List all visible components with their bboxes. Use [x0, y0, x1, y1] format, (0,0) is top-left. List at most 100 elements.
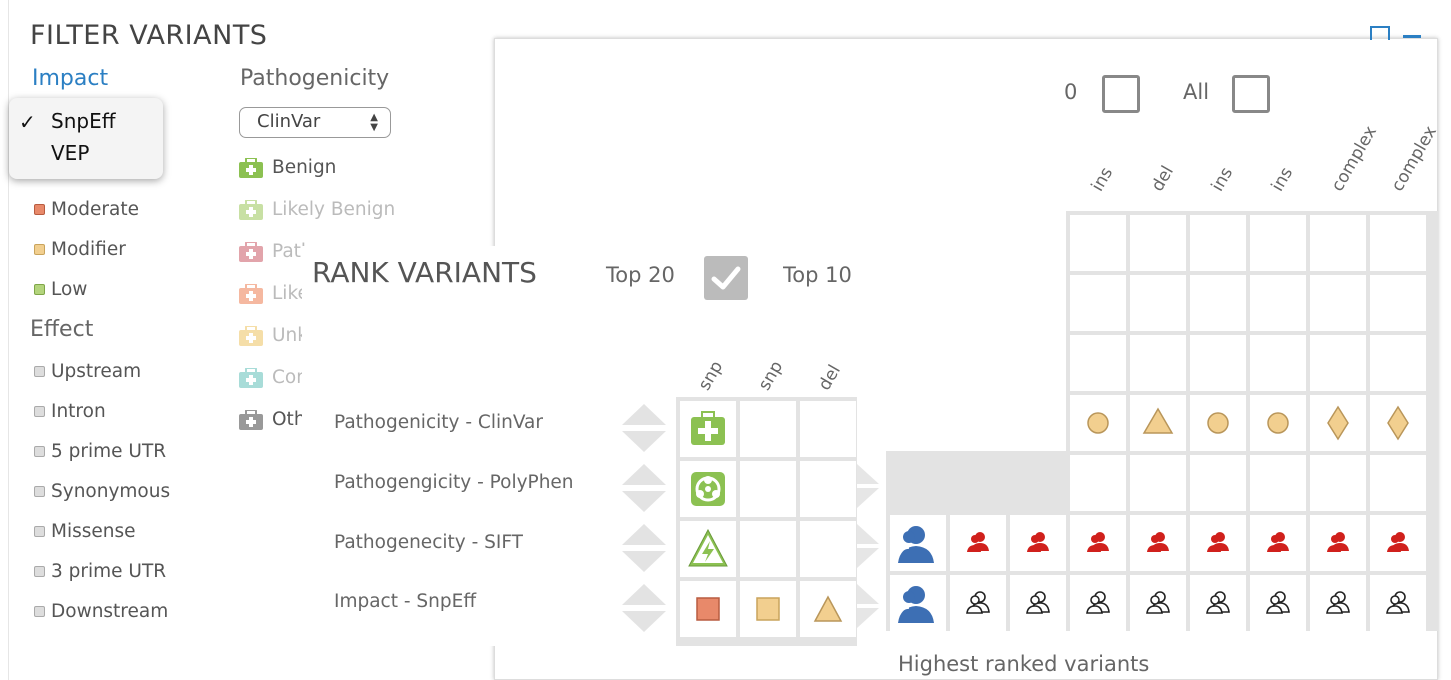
rank-grid-cell[interactable] — [740, 401, 796, 457]
grid-cell[interactable] — [1310, 215, 1366, 271]
grid-cell[interactable] — [1070, 215, 1126, 271]
grid-cell[interactable] — [1070, 515, 1126, 571]
person-outline-icon — [1386, 591, 1410, 614]
person-outline-icon — [1326, 591, 1350, 614]
effect-upstream[interactable]: Upstream — [34, 361, 141, 382]
rank-grid-cell[interactable] — [740, 521, 796, 577]
effect-synonymous[interactable]: Synonymous — [34, 481, 170, 502]
grid-cell[interactable] — [1370, 335, 1426, 391]
impact-moderate[interactable]: Moderate — [34, 199, 139, 220]
window-restore-icon[interactable] — [1370, 26, 1390, 40]
grid-cell[interactable] — [1070, 455, 1126, 511]
window-minimize-icon[interactable] — [1403, 35, 1421, 38]
pathogenicity-benign[interactable]: Benign — [239, 157, 439, 178]
sort-arrows-icon[interactable] — [857, 582, 881, 634]
rank-move-arrows-icon[interactable] — [620, 461, 668, 515]
grid-cell[interactable] — [1250, 335, 1306, 391]
impact-label[interactable]: Impact — [32, 66, 108, 91]
grid-cell[interactable] — [1310, 575, 1366, 631]
pathogenicity-likely-benign[interactable]: Likely Benign — [239, 199, 439, 220]
grid-cell[interactable] — [1190, 335, 1246, 391]
rank-grid-cell[interactable] — [680, 521, 736, 577]
medkit-icon — [239, 199, 263, 220]
pathogenicity-conflicting[interactable]: Con — [239, 367, 309, 388]
rank-grid-cell[interactable] — [680, 401, 736, 457]
effect-5-prime-utr[interactable]: 5 prime UTR — [34, 441, 166, 462]
grid-cell[interactable] — [1250, 395, 1306, 451]
impact-modifier[interactable]: Modifier — [34, 239, 126, 260]
grid-cell[interactable] — [890, 515, 946, 571]
effect-3-prime-utr[interactable]: 3 prime UTR — [34, 561, 166, 582]
grid-cell[interactable] — [1130, 335, 1186, 391]
rank-grid-cell[interactable] — [800, 521, 856, 577]
grid-cell[interactable] — [1250, 515, 1306, 571]
grid-cell[interactable] — [1130, 215, 1186, 271]
grid-cell[interactable] — [1370, 515, 1426, 571]
rank-grid-cell[interactable] — [740, 581, 796, 637]
grid-cell[interactable] — [1130, 575, 1186, 631]
grid-cell[interactable] — [1130, 395, 1186, 451]
rank-grid-cell[interactable] — [740, 461, 796, 517]
grid-cell[interactable] — [1370, 455, 1426, 511]
rank-move-arrows-icon[interactable] — [620, 401, 668, 455]
top-100-checkbox[interactable] — [1102, 75, 1140, 113]
grid-cell[interactable] — [1370, 275, 1426, 331]
grid-cell[interactable] — [1010, 515, 1066, 571]
grid-cell[interactable] — [1370, 395, 1426, 451]
grid-cell[interactable] — [1310, 455, 1366, 511]
grid-cell[interactable] — [1310, 395, 1366, 451]
grid-cell[interactable] — [1370, 215, 1426, 271]
grid-cell[interactable] — [1130, 515, 1186, 571]
grid-cell[interactable] — [1250, 215, 1306, 271]
rank-grid-cell[interactable] — [800, 401, 856, 457]
grid-cell[interactable] — [1130, 275, 1186, 331]
rank-grid-cell[interactable] — [800, 461, 856, 517]
rank-move-arrows-icon[interactable] — [620, 581, 668, 635]
impact-source-dropdown[interactable]: ✓ SnpEff VEP — [9, 98, 163, 179]
grid-cell[interactable] — [1190, 455, 1246, 511]
top20-checkbox[interactable] — [704, 256, 748, 300]
grid-cell[interactable] — [1190, 515, 1246, 571]
grid-cell[interactable] — [1190, 215, 1246, 271]
pathogenicity-other[interactable]: Othe — [239, 409, 309, 430]
grid-cell[interactable] — [1010, 575, 1066, 631]
dropdown-option-vep[interactable]: VEP — [51, 141, 89, 165]
grid-cell[interactable] — [1250, 575, 1306, 631]
grid-cell[interactable] — [1310, 515, 1366, 571]
grid-cell[interactable] — [1070, 275, 1126, 331]
grid-cell[interactable] — [1190, 395, 1246, 451]
grid-cell[interactable] — [1310, 275, 1366, 331]
grid-cell[interactable] — [1310, 335, 1366, 391]
pathogenicity-pathogenic[interactable]: Path — [239, 241, 309, 262]
grid-cell[interactable] — [1070, 335, 1126, 391]
effect-intron[interactable]: Intron — [34, 401, 106, 422]
moderate-square-icon — [696, 597, 720, 621]
grid-cell[interactable] — [1190, 575, 1246, 631]
sort-arrows-icon[interactable] — [857, 462, 881, 514]
rank-move-arrows-icon[interactable] — [620, 521, 668, 575]
pathogenicity-unknown[interactable]: Unk — [239, 325, 309, 346]
rank-grid-cell[interactable] — [800, 581, 856, 637]
rank-grid-cell[interactable] — [680, 461, 736, 517]
grid-cell[interactable] — [1130, 455, 1186, 511]
pathogenicity-source-select[interactable]: ClinVar ▲ ▼ — [239, 107, 391, 138]
grid-cell[interactable] — [950, 515, 1006, 571]
grid-cell[interactable] — [1070, 575, 1126, 631]
dropdown-option-snpeff[interactable]: SnpEff — [51, 109, 115, 133]
grid-cell[interactable] — [890, 575, 946, 631]
all-checkbox[interactable] — [1232, 75, 1270, 113]
sort-arrows-icon[interactable] — [857, 522, 881, 574]
pathogenicity-likely-pathogenic[interactable]: Like — [239, 283, 309, 304]
grid-cell[interactable] — [1370, 575, 1426, 631]
effect-missense[interactable]: Missense — [34, 521, 136, 542]
medkit-icon — [239, 367, 263, 388]
grid-cell[interactable] — [950, 575, 1006, 631]
grid-cell[interactable] — [1070, 395, 1126, 451]
rank-grid-cell[interactable] — [680, 581, 736, 637]
impact-low[interactable]: Low — [34, 279, 87, 300]
grid-cell[interactable] — [1250, 455, 1306, 511]
effect-downstream[interactable]: Downstream — [34, 601, 168, 622]
grid-cell[interactable] — [1250, 275, 1306, 331]
person-outline-icon — [1206, 591, 1230, 614]
grid-cell[interactable] — [1190, 275, 1246, 331]
